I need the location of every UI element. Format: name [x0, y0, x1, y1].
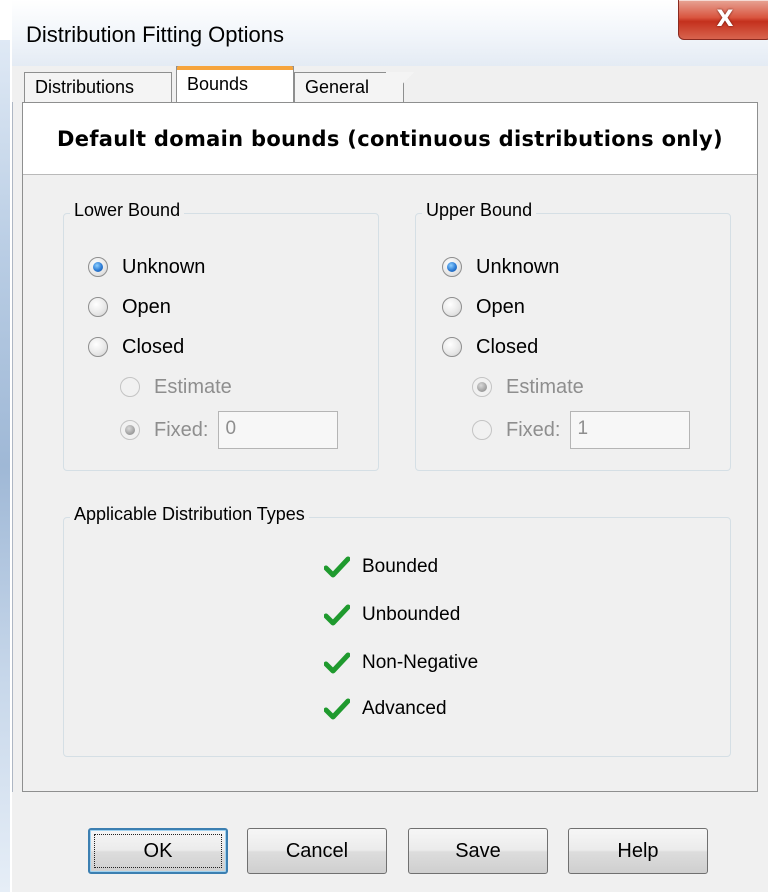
upper-fixed-option[interactable]: Fixed: 1: [472, 410, 691, 450]
lower-estimate-option[interactable]: Estimate: [120, 372, 232, 402]
upper-open-radio[interactable]: [442, 297, 462, 317]
distribution-types-group: Applicable Distribution Types Bounded Un…: [63, 504, 731, 757]
lower-fixed-radio[interactable]: [120, 420, 140, 440]
check-icon: [324, 604, 350, 626]
panel-header: Default domain bounds (continuous distri…: [23, 103, 757, 175]
help-button[interactable]: Help: [568, 828, 708, 874]
lower-estimate-radio[interactable]: [120, 377, 140, 397]
upper-fixed-value-field[interactable]: 1: [570, 411, 691, 449]
button-bar: OK Cancel Save Help: [12, 792, 768, 892]
lower-unknown-label: Unknown: [122, 255, 206, 278]
upper-unknown-radio[interactable]: [442, 257, 462, 277]
upper-bound-group: Upper Bound Unknown Open Closed Estimate…: [415, 200, 731, 471]
window-title: Distribution Fitting Options: [26, 22, 284, 47]
upper-fixed-radio[interactable]: [472, 420, 492, 440]
lower-fixed-value-field[interactable]: 0: [218, 411, 339, 449]
type-unbounded: Unbounded: [324, 604, 460, 626]
window-edge: [0, 40, 10, 892]
lower-bound-group: Lower Bound Unknown Open Closed Estimate…: [63, 200, 379, 471]
check-icon: [324, 556, 350, 578]
lower-fixed-option[interactable]: Fixed: 0: [120, 410, 339, 450]
title-bar: Distribution Fitting Options X: [12, 0, 768, 66]
close-button[interactable]: X: [678, 0, 768, 40]
type-unbounded-label: Unbounded: [362, 604, 461, 625]
lower-bound-label: Lower Bound: [70, 200, 185, 221]
upper-unknown-option[interactable]: Unknown: [442, 252, 559, 282]
check-icon: [324, 652, 350, 674]
tab-distributions[interactable]: Distributions: [24, 72, 172, 102]
upper-estimate-radio[interactable]: [472, 377, 492, 397]
type-bounded: Bounded: [324, 556, 438, 578]
help-button-label: Help: [617, 839, 659, 862]
lower-estimate-label: Estimate: [154, 375, 232, 398]
upper-fixed-label: Fixed:: [506, 418, 561, 441]
lower-unknown-option[interactable]: Unknown: [88, 252, 205, 282]
lower-open-label: Open: [122, 295, 171, 318]
upper-estimate-label: Estimate: [506, 375, 584, 398]
cancel-button-label: Cancel: [285, 839, 349, 862]
lower-closed-option[interactable]: Closed: [88, 332, 184, 362]
focus-rectangle: [94, 834, 222, 868]
upper-bound-label: Upper Bound: [422, 200, 537, 221]
type-bounded-label: Bounded: [362, 556, 439, 577]
type-non-negative: Non-Negative: [324, 652, 478, 674]
save-button[interactable]: Save: [408, 828, 548, 874]
lower-closed-label: Closed: [122, 335, 185, 358]
upper-closed-radio[interactable]: [442, 337, 462, 357]
close-icon: X: [716, 7, 734, 32]
lower-fixed-label: Fixed:: [154, 418, 209, 441]
upper-closed-label: Closed: [476, 335, 539, 358]
upper-closed-option[interactable]: Closed: [442, 332, 538, 362]
type-non-negative-label: Non-Negative: [362, 652, 479, 673]
type-advanced: Advanced: [324, 698, 447, 720]
lower-open-option[interactable]: Open: [88, 292, 171, 322]
upper-open-label: Open: [476, 295, 525, 318]
check-icon: [324, 698, 350, 720]
upper-open-option[interactable]: Open: [442, 292, 525, 322]
bounds-panel: Default domain bounds (continuous distri…: [22, 102, 758, 792]
ok-button[interactable]: OK: [88, 828, 228, 874]
distribution-types-label: Applicable Distribution Types: [70, 504, 309, 525]
tab-bounds[interactable]: Bounds: [176, 66, 294, 102]
upper-unknown-label: Unknown: [476, 255, 560, 278]
type-advanced-label: Advanced: [362, 698, 447, 719]
tab-strip: Distributions General Bounds: [12, 66, 768, 102]
save-button-label: Save: [455, 839, 501, 862]
lower-open-radio[interactable]: [88, 297, 108, 317]
cancel-button[interactable]: Cancel: [247, 828, 387, 874]
lower-unknown-radio[interactable]: [88, 257, 108, 277]
upper-estimate-option[interactable]: Estimate: [472, 372, 584, 402]
lower-closed-radio[interactable]: [88, 337, 108, 357]
tab-strip-edge: [386, 72, 414, 102]
